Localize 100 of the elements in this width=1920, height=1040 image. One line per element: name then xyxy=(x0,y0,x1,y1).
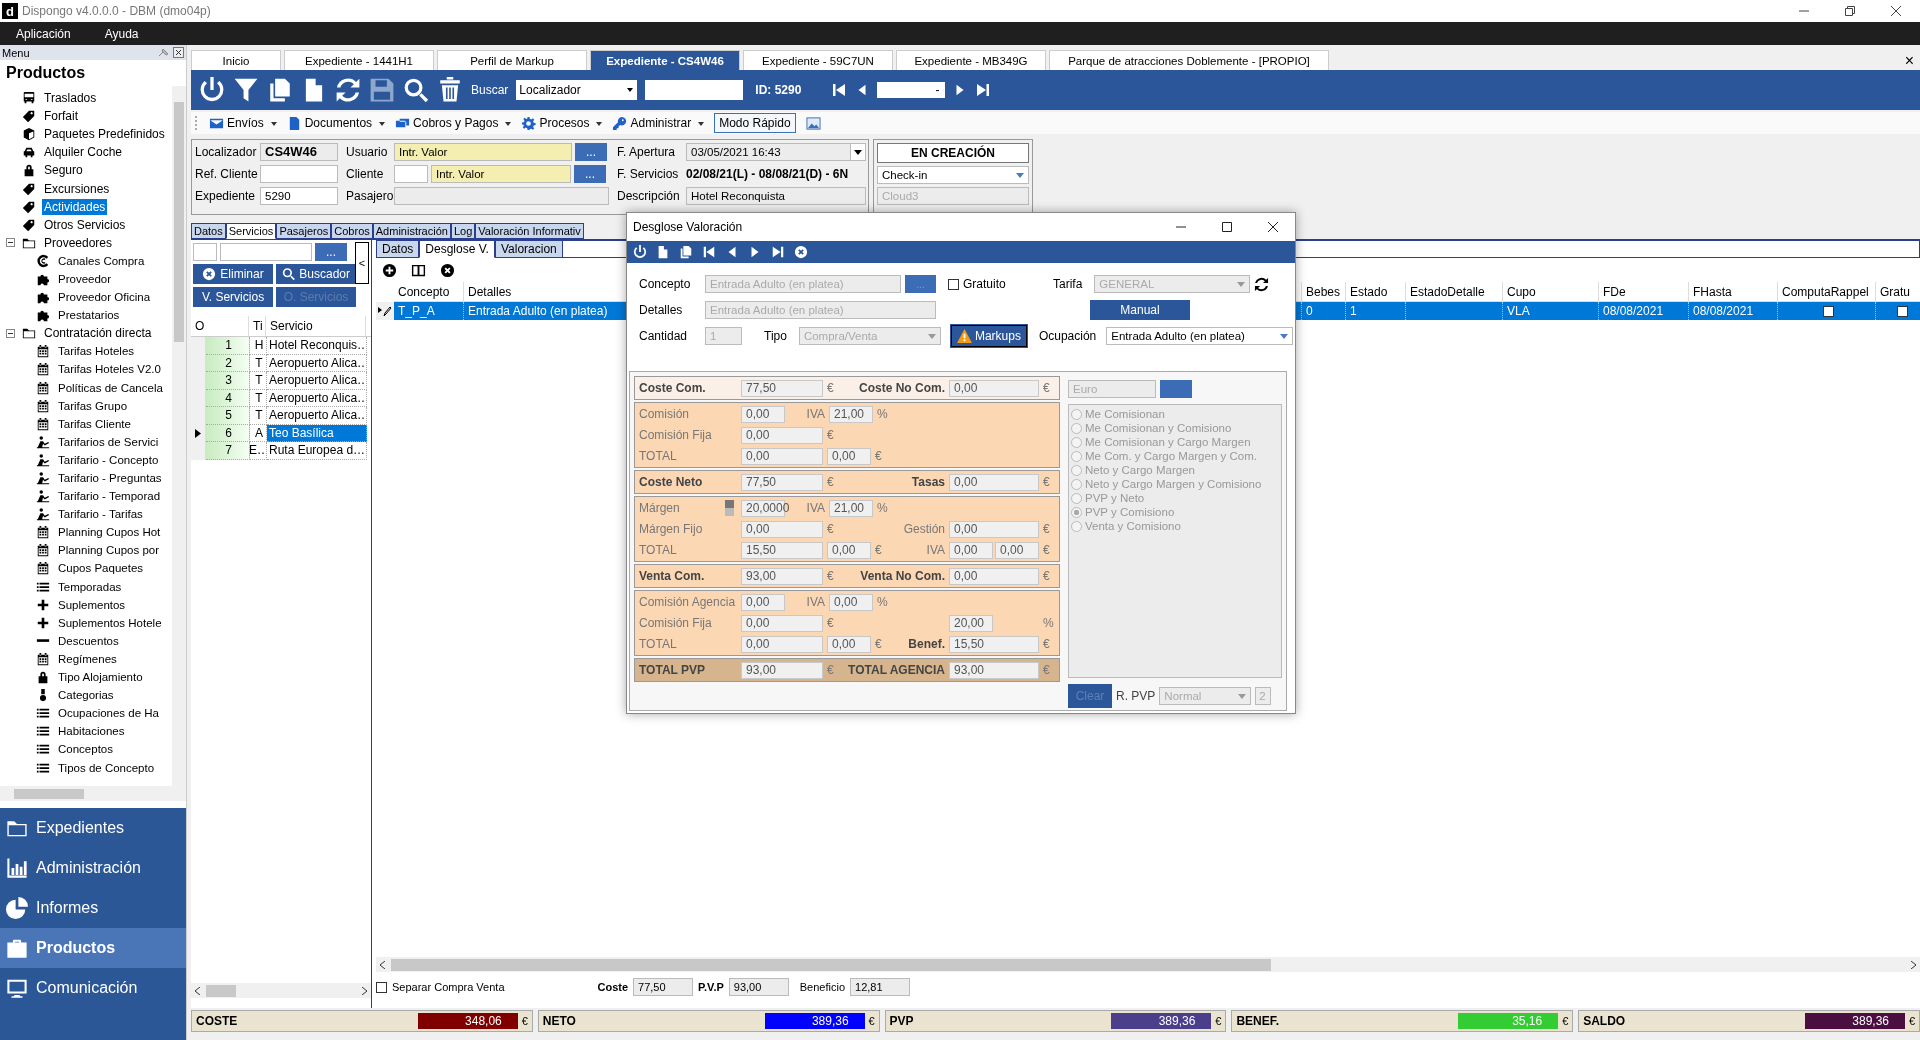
passenger-field[interactable] xyxy=(394,186,609,205)
tree-item[interactable]: Temporadas xyxy=(56,579,124,594)
tree-item[interactable]: Contratación directa xyxy=(42,325,154,342)
tree-item[interactable]: Paquetes Predefinidos xyxy=(42,126,167,143)
tree-item[interactable]: Tarifas Hoteles xyxy=(56,344,137,359)
action-button[interactable]: Buscador xyxy=(276,264,356,284)
tree-item[interactable]: Actividades xyxy=(42,198,108,215)
amount-field[interactable]: 0,00 xyxy=(827,447,871,465)
tab[interactable]: Expediente - CS4W46 xyxy=(590,50,740,70)
tab[interactable]: Expediente - 1441H1 xyxy=(284,50,434,70)
column-header[interactable]: Cupo xyxy=(1503,282,1599,302)
profit-field[interactable]: 12,81 xyxy=(850,978,911,996)
tab[interactable]: Administración xyxy=(372,223,451,239)
cost-field[interactable]: 77,50 xyxy=(633,978,694,996)
tree-item[interactable]: Forfait xyxy=(42,108,80,125)
menu-button[interactable]: Administrar xyxy=(612,115,705,131)
refresh-icon[interactable] xyxy=(335,77,361,103)
close-icon[interactable] xyxy=(1267,221,1279,233)
quick-mode-button[interactable]: Modo Rápido xyxy=(714,113,796,133)
refresh-icon[interactable] xyxy=(1254,276,1270,292)
tree-item[interactable]: Alquiler Coche xyxy=(42,144,125,161)
tree-item[interactable]: Proveedor Oficina xyxy=(56,290,153,305)
column-header[interactable]: ComputaRappel xyxy=(1778,282,1876,302)
amount-field[interactable]: 20,00 xyxy=(949,614,993,632)
amount-field[interactable]: 93,00 xyxy=(741,661,823,679)
amount-field[interactable]: 0,00 xyxy=(741,447,823,465)
search-field[interactable] xyxy=(645,80,744,100)
amount-field[interactable]: 0,00 xyxy=(827,541,871,559)
column-header[interactable]: EstadoDetalle xyxy=(1406,282,1503,302)
description-field[interactable]: Hotel Reconquista xyxy=(686,186,866,205)
scroll-thumb[interactable] xyxy=(174,102,184,342)
client-ref-field[interactable] xyxy=(260,164,338,183)
restore-icon[interactable] xyxy=(1844,5,1856,17)
amount-field[interactable]: 77,50 xyxy=(741,473,823,491)
action-button[interactable]: V. Servicios xyxy=(193,287,273,307)
tree-item[interactable]: Tarifario - Temporad xyxy=(56,489,163,504)
nav-item[interactable]: Productos xyxy=(0,928,186,968)
tree-item[interactable]: Categorias xyxy=(56,688,116,703)
amount-field[interactable]: 0,00 xyxy=(741,593,785,611)
tab[interactable]: Log xyxy=(450,223,476,239)
amount-field[interactable]: 0,00 xyxy=(741,405,785,423)
scroll-right-icon[interactable] xyxy=(1911,960,1916,969)
tree-item[interactable]: Canales Compra xyxy=(56,253,147,268)
scroll-thumb[interactable] xyxy=(14,788,84,799)
collapse-toggle-icon[interactable] xyxy=(6,238,16,248)
action-button[interactable]: Eliminar xyxy=(193,264,273,284)
amount-field[interactable]: 0,00 xyxy=(741,426,823,444)
menu-item[interactable]: Aplicación xyxy=(14,26,73,41)
menu-button[interactable]: Documentos xyxy=(286,115,386,131)
nav-item[interactable]: Comunicación xyxy=(0,968,186,1008)
tree-item[interactable]: Tarifarios de Servici xyxy=(56,434,161,449)
browse-button[interactable]: ... xyxy=(575,142,607,161)
filter-field[interactable] xyxy=(193,243,217,261)
edit-row-icon[interactable] xyxy=(376,302,394,320)
amount-field[interactable]: 93,00 xyxy=(949,661,1039,679)
tree-item[interactable]: Otros Servicios xyxy=(42,216,128,233)
tab[interactable]: Cobros xyxy=(331,223,373,239)
user-field[interactable]: Intr. Valor xyxy=(394,142,572,161)
tab[interactable]: Desglose V. xyxy=(419,240,495,258)
tree-item[interactable]: Conceptos xyxy=(56,742,115,757)
column-header[interactable]: FHasta xyxy=(1689,282,1778,302)
trash-icon[interactable] xyxy=(437,77,463,103)
tab[interactable]: Pasajeros xyxy=(276,223,332,239)
tree-item[interactable]: Tipos de Concepto xyxy=(56,760,157,775)
tree-item[interactable]: Tarifas Cliente xyxy=(56,416,133,431)
power-icon[interactable] xyxy=(633,245,647,259)
amount-field[interactable]: 0,00 xyxy=(949,473,1039,491)
scroll-right-icon[interactable] xyxy=(362,986,367,995)
tree-item[interactable]: Regímenes xyxy=(56,651,119,666)
radio-button[interactable] xyxy=(1071,422,1082,434)
menu-button[interactable]: Procesos xyxy=(521,115,603,131)
column-header[interactable]: Estado xyxy=(1346,282,1406,302)
amount-field[interactable]: 0,00 xyxy=(829,593,873,611)
radio-button[interactable] xyxy=(1071,408,1082,420)
markups-button[interactable]: Markups xyxy=(950,325,1027,347)
tree-item[interactable]: Planning Cupos Hot xyxy=(56,525,163,540)
client-code-field[interactable] xyxy=(394,164,428,183)
menu-button[interactable]: Envíos xyxy=(209,115,277,131)
scroll-thumb[interactable] xyxy=(391,958,1271,971)
scroll-thumb[interactable] xyxy=(206,984,236,997)
amount-field[interactable]: 0,00 xyxy=(995,541,1039,559)
nav-item[interactable]: Expedientes xyxy=(0,808,186,848)
tree-item[interactable]: Tarifario - Tarifas xyxy=(56,507,145,522)
amount-field[interactable]: 77,50 xyxy=(741,379,823,397)
radio-button[interactable] xyxy=(1071,464,1082,476)
tree-item[interactable]: Tipo Alojamiento xyxy=(56,670,145,685)
nav-item[interactable]: Informes xyxy=(0,888,186,928)
maximize-icon[interactable] xyxy=(1221,221,1233,233)
tree-item[interactable]: Prestatarios xyxy=(56,308,122,323)
radio-button[interactable] xyxy=(1071,492,1082,504)
tree-item[interactable]: Suplementos Hotele xyxy=(56,615,164,630)
file-number-field[interactable]: 5290 xyxy=(260,186,338,205)
amount-field[interactable]: 15,50 xyxy=(949,635,1039,653)
collapse-toggle-icon[interactable] xyxy=(6,328,16,338)
tree-item[interactable]: Excursiones xyxy=(42,180,112,197)
scrollbar[interactable] xyxy=(172,86,186,786)
tab[interactable]: Perfil de Markup xyxy=(437,50,587,70)
tab[interactable]: Valoracion xyxy=(494,240,563,258)
tree-item[interactable]: Seguro xyxy=(42,162,85,179)
nav-item[interactable]: Administración xyxy=(0,848,186,888)
